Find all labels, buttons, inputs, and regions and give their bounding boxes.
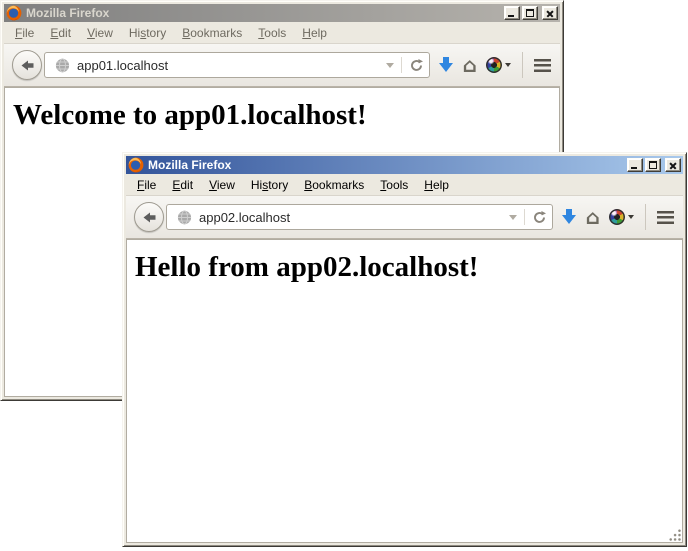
urlbar-dropdown-icon[interactable] [386,63,394,68]
back-button[interactable] [134,202,164,232]
resize-grip[interactable] [667,527,681,541]
download-icon[interactable] [439,57,454,73]
menu-bar: File Edit View History Bookmarks Tools H… [126,174,683,196]
url-bar[interactable]: app02.localhost [166,204,553,230]
menu-bookmarks[interactable]: Bookmarks [175,24,249,42]
back-button[interactable] [12,50,42,80]
titlebar[interactable]: Mozilla Firefox [126,156,683,174]
window-title: Mozilla Firefox [26,6,109,20]
page-content: Hello from app02.localhost! [126,239,683,543]
menu-history[interactable]: History [122,24,173,42]
close-button[interactable] [665,158,681,172]
close-icon [543,7,557,19]
maximize-button[interactable] [522,6,538,20]
reload-icon[interactable] [409,58,424,73]
menu-file[interactable]: File [8,24,41,42]
menu-bookmarks[interactable]: Bookmarks [297,176,371,194]
menu-tools[interactable]: Tools [373,176,415,194]
menu-view[interactable]: View [202,176,242,194]
navigation-toolbar: app02.localhost ⌂ [126,196,683,239]
site-identity-globe-icon[interactable] [55,58,70,73]
chevron-down-icon [628,215,634,219]
addon-colorwheel-button[interactable] [486,57,511,73]
urlbar-divider [524,209,525,225]
window-controls [504,6,558,20]
firefox-logo-icon [6,5,22,21]
back-arrow-icon [142,211,157,224]
toolbar-separator [645,204,646,230]
hamburger-menu-icon[interactable] [534,59,551,72]
download-icon[interactable] [562,209,577,225]
chevron-down-icon [505,63,511,67]
close-button[interactable] [542,6,558,20]
minimize-icon [631,167,637,169]
urlbar-divider [401,57,402,73]
reload-icon[interactable] [532,210,547,225]
menu-bar: File Edit View History Bookmarks Tools H… [4,22,560,44]
close-icon [666,159,680,171]
minimize-button[interactable] [627,158,643,172]
navigation-toolbar: app01.localhost ⌂ [4,44,560,87]
urlbar-dropdown-icon[interactable] [509,215,517,220]
menu-history[interactable]: History [244,176,295,194]
window-title: Mozilla Firefox [148,158,231,172]
site-identity-globe-icon[interactable] [177,210,192,225]
colorwheel-icon [486,57,502,73]
home-icon[interactable]: ⌂ [586,207,600,227]
menu-file[interactable]: File [130,176,163,194]
url-text[interactable]: app01.localhost [77,58,168,73]
menu-tools[interactable]: Tools [251,24,293,42]
menu-help[interactable]: Help [417,176,456,194]
back-arrow-icon [20,59,35,72]
maximize-icon [649,161,657,169]
maximize-button[interactable] [645,158,661,172]
menu-help[interactable]: Help [295,24,334,42]
browser-window-app02: Mozilla Firefox File Edit View History B… [122,152,687,547]
hamburger-menu-icon[interactable] [657,211,674,224]
maximize-icon [526,9,534,17]
page-heading: Hello from app02.localhost! [127,251,682,284]
toolbar-separator [522,52,523,78]
url-text[interactable]: app02.localhost [199,210,290,225]
titlebar[interactable]: Mozilla Firefox [4,4,560,22]
url-bar[interactable]: app01.localhost [44,52,430,78]
home-icon[interactable]: ⌂ [463,55,477,75]
menu-edit[interactable]: Edit [165,176,200,194]
window-controls [627,158,681,172]
addon-colorwheel-button[interactable] [609,209,634,225]
minimize-button[interactable] [504,6,520,20]
page-heading: Welcome to app01.localhost! [5,99,559,132]
menu-view[interactable]: View [80,24,120,42]
firefox-logo-icon [128,157,144,173]
minimize-icon [508,15,514,17]
colorwheel-icon [609,209,625,225]
menu-edit[interactable]: Edit [43,24,78,42]
